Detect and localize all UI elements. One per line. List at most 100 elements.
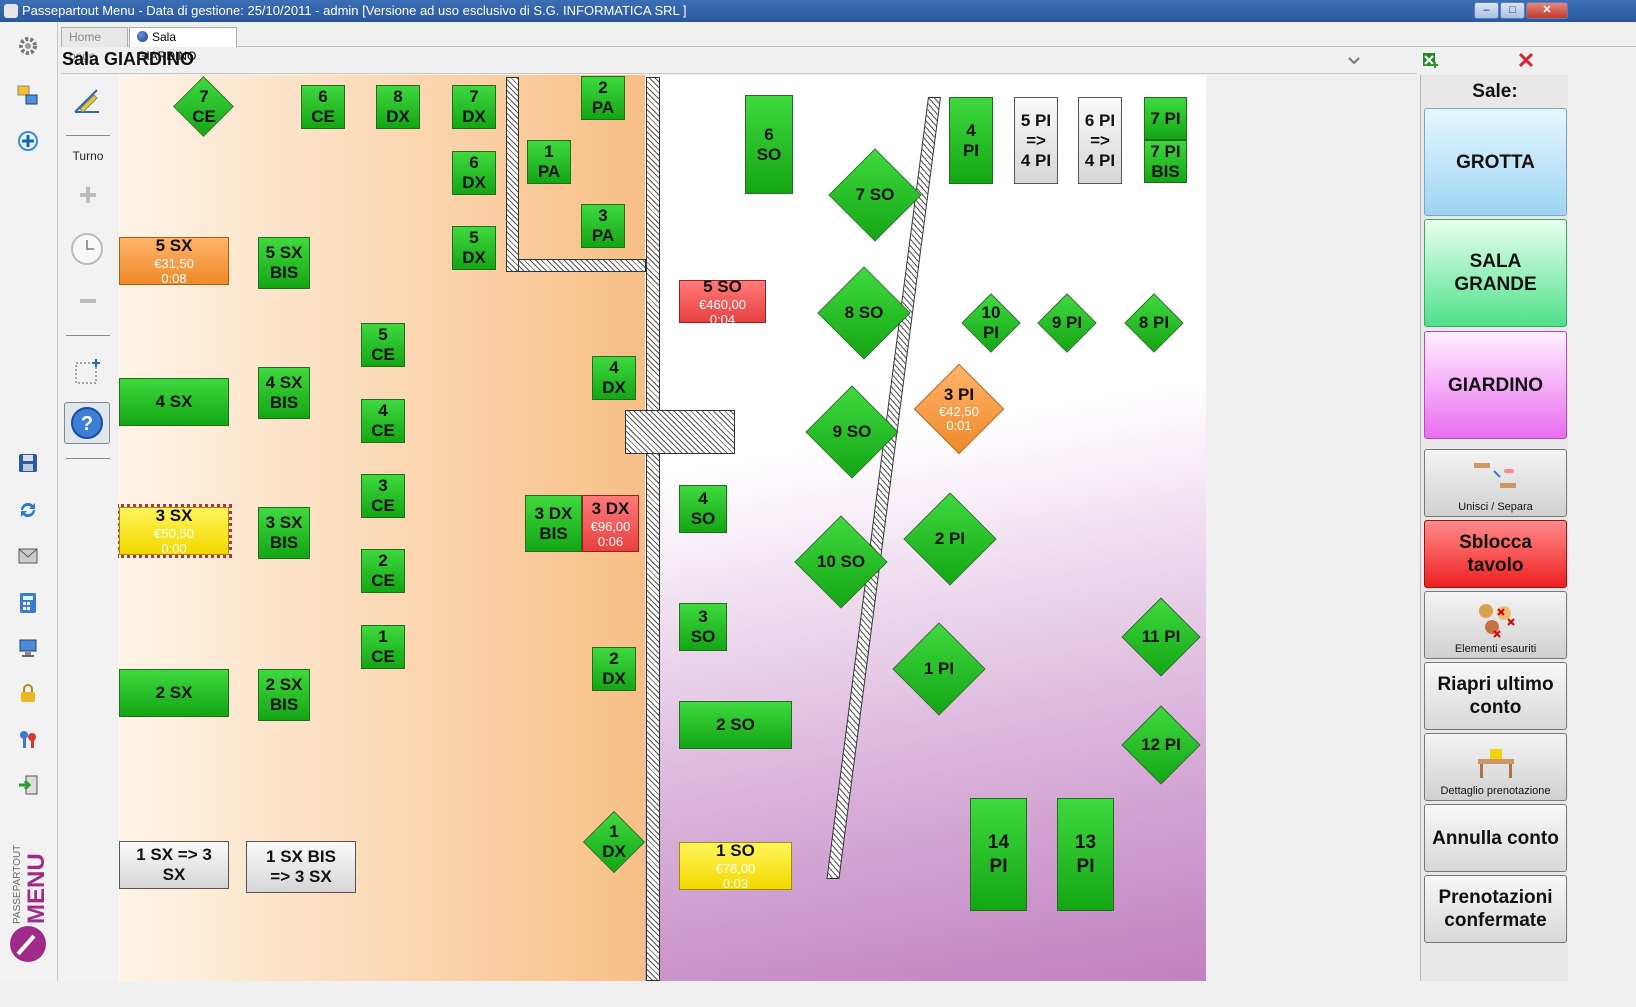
keys-icon[interactable] xyxy=(17,728,39,750)
add-icon[interactable] xyxy=(17,130,39,152)
room-button-grotta[interactable]: GROTTA xyxy=(1424,108,1567,216)
table-3-so[interactable]: 3 SO xyxy=(679,603,727,651)
wall xyxy=(646,77,660,981)
table-1-sx-merged[interactable]: 1 SX => 3 SX xyxy=(119,841,229,889)
table-label: 9 PI xyxy=(1051,313,1083,332)
table-label: 7 SO xyxy=(855,185,895,204)
gear-icon[interactable] xyxy=(17,35,39,57)
table-2-pa[interactable]: 2 PA xyxy=(581,76,625,120)
window-titlebar: Passepartout Menu - Data di gestione: 25… xyxy=(0,0,1636,22)
edit-layout-icon[interactable] xyxy=(72,85,102,115)
table-3-dx-bis[interactable]: 3 DX BIS xyxy=(525,495,582,552)
table-label: 7 CE xyxy=(192,86,216,126)
save-icon[interactable] xyxy=(17,452,39,474)
table-13-pi[interactable]: 13 PI xyxy=(1057,798,1114,911)
table-4-so[interactable]: 4 SO xyxy=(679,485,727,533)
minus-icon[interactable] xyxy=(78,293,98,303)
sold-out-items-icon xyxy=(1478,604,1515,638)
table-5-sx[interactable]: 5 SX €31,50 0:08 xyxy=(119,236,229,286)
tab-home-page[interactable]: Home page xyxy=(61,27,128,63)
table-6-dx[interactable]: 6 DX xyxy=(452,151,496,195)
table-3-sx-bis[interactable]: 3 SX BIS xyxy=(258,507,310,559)
table-4-pi[interactable]: 4 PI xyxy=(949,97,993,184)
table-5-so[interactable]: 5 SO €460,00 0:04 xyxy=(679,277,766,327)
rooms-label: Sale: xyxy=(1472,81,1518,102)
room-button-sala-grande[interactable]: SALA GRANDE xyxy=(1424,219,1567,327)
table-label: 12 PI xyxy=(1141,735,1181,754)
room-button-giardino[interactable]: GIARDINO xyxy=(1424,331,1567,439)
exit-icon[interactable] xyxy=(17,774,39,796)
table-4-sx[interactable]: 4 SX xyxy=(119,378,229,426)
room-icon xyxy=(137,31,148,42)
excel-export-icon[interactable] xyxy=(1420,50,1440,70)
table-7-pi-bis[interactable]: 7 PI BIS xyxy=(1144,140,1187,183)
table-1-ce[interactable]: 1 CE xyxy=(361,625,405,669)
table-label: 11 PI xyxy=(1141,627,1181,646)
table-5-pi-merged[interactable]: 5 PI => 4 PI xyxy=(1014,97,1058,184)
table-4-sx-bis[interactable]: 4 SX BIS xyxy=(258,367,310,419)
riapri-ultimo-conto-button[interactable]: Riapri ultimo conto xyxy=(1424,662,1567,730)
table-8-dx[interactable]: 8 DX xyxy=(376,85,420,129)
divider xyxy=(66,135,110,136)
email-icon[interactable] xyxy=(17,545,39,567)
svg-text:MENU: MENU xyxy=(23,853,50,924)
turno-label: Turno xyxy=(72,149,104,163)
calculator-icon[interactable] xyxy=(17,592,39,614)
help-icon: ? xyxy=(71,407,103,439)
table-4-dx[interactable]: 4 DX xyxy=(592,356,636,400)
table-7-pi[interactable]: 7 PI xyxy=(1144,97,1187,140)
table-5-dx[interactable]: 5 DX xyxy=(452,226,496,270)
table-4-ce[interactable]: 4 CE xyxy=(361,399,405,443)
clock-icon[interactable] xyxy=(70,232,104,266)
unisci-separa-button[interactable]: Unisci / Separa xyxy=(1424,449,1567,517)
lock-icon[interactable] xyxy=(17,682,39,704)
maximize-button[interactable]: □ xyxy=(1500,2,1525,19)
table-6-ce[interactable]: 6 CE xyxy=(301,85,345,129)
chevron-down-icon[interactable] xyxy=(1344,50,1364,70)
table-2-sx[interactable]: 2 SX xyxy=(119,669,229,717)
close-icon[interactable] xyxy=(1516,50,1536,70)
divider xyxy=(66,335,110,336)
merge-tables-icon xyxy=(1473,463,1516,488)
table-2-so[interactable]: 2 SO xyxy=(679,701,792,749)
table-6-pi-merged[interactable]: 6 PI => 4 PI xyxy=(1078,97,1122,184)
help-button[interactable]: ? xyxy=(64,402,110,444)
refresh-icon[interactable] xyxy=(17,499,39,521)
select-area-icon[interactable] xyxy=(74,357,102,385)
table-2-ce[interactable]: 2 CE xyxy=(361,549,405,593)
switch-icon[interactable] xyxy=(17,84,39,106)
tab-sala-giardino[interactable]: Sala GIARDINO xyxy=(129,27,237,63)
table-5-sx-bis[interactable]: 5 SX BIS xyxy=(258,237,310,289)
network-icon[interactable] xyxy=(17,637,39,659)
table-14-pi[interactable]: 14 PI xyxy=(970,798,1027,911)
page-title: Sala GIARDINO xyxy=(62,49,195,69)
table-label: 2 PI xyxy=(934,529,966,548)
table-2-dx[interactable]: 2 DX xyxy=(592,647,636,691)
table-3-pa[interactable]: 3 PA xyxy=(581,204,625,248)
window-close-button[interactable]: ✕ xyxy=(1526,2,1568,19)
wall xyxy=(506,77,519,272)
dettaglio-prenotazione-button[interactable]: Dettaglio prenotazione xyxy=(1424,733,1567,801)
table-7-dx[interactable]: 7 DX xyxy=(452,85,496,129)
table-1-sx-bis-merged[interactable]: 1 SX BIS => 3 SX xyxy=(246,841,356,893)
table-5-ce[interactable]: 5 CE xyxy=(361,323,405,367)
elementi-esauriti-button[interactable]: Elementi esauriti xyxy=(1424,591,1567,659)
plus-icon[interactable] xyxy=(78,185,98,205)
table-1-pa[interactable]: 1 PA xyxy=(527,140,571,184)
table-3-dx[interactable]: 3 DX €96,00 0:06 xyxy=(582,495,639,552)
table-6-so[interactable]: 6 SO xyxy=(745,95,793,194)
annulla-conto-button[interactable]: Annulla conto xyxy=(1424,804,1567,872)
table-3-ce[interactable]: 3 CE xyxy=(361,474,405,518)
prenotazioni-confermate-button[interactable]: Prenotazioni confermate xyxy=(1424,875,1567,943)
table-1-so[interactable]: 1 SO €78,00 0:03 xyxy=(679,841,792,891)
wall xyxy=(518,259,646,272)
sblocca-tavolo-button[interactable]: Sblocca tavolo xyxy=(1424,520,1567,588)
minimize-button[interactable]: – xyxy=(1474,2,1499,19)
window-title: Passepartout Menu - Data di gestione: 25… xyxy=(22,3,687,18)
svg-text:?: ? xyxy=(81,413,93,435)
svg-text:PASSEPARTOUT: PASSEPARTOUT xyxy=(12,845,23,924)
table-2-sx-bis[interactable]: 2 SX BIS xyxy=(258,669,310,721)
main-sidebar: PASSEPARTOUT MENU xyxy=(0,22,58,981)
table-label: 9 SO xyxy=(832,422,872,441)
table-3-sx[interactable]: 3 SX €50,50 0:00 xyxy=(118,504,232,558)
